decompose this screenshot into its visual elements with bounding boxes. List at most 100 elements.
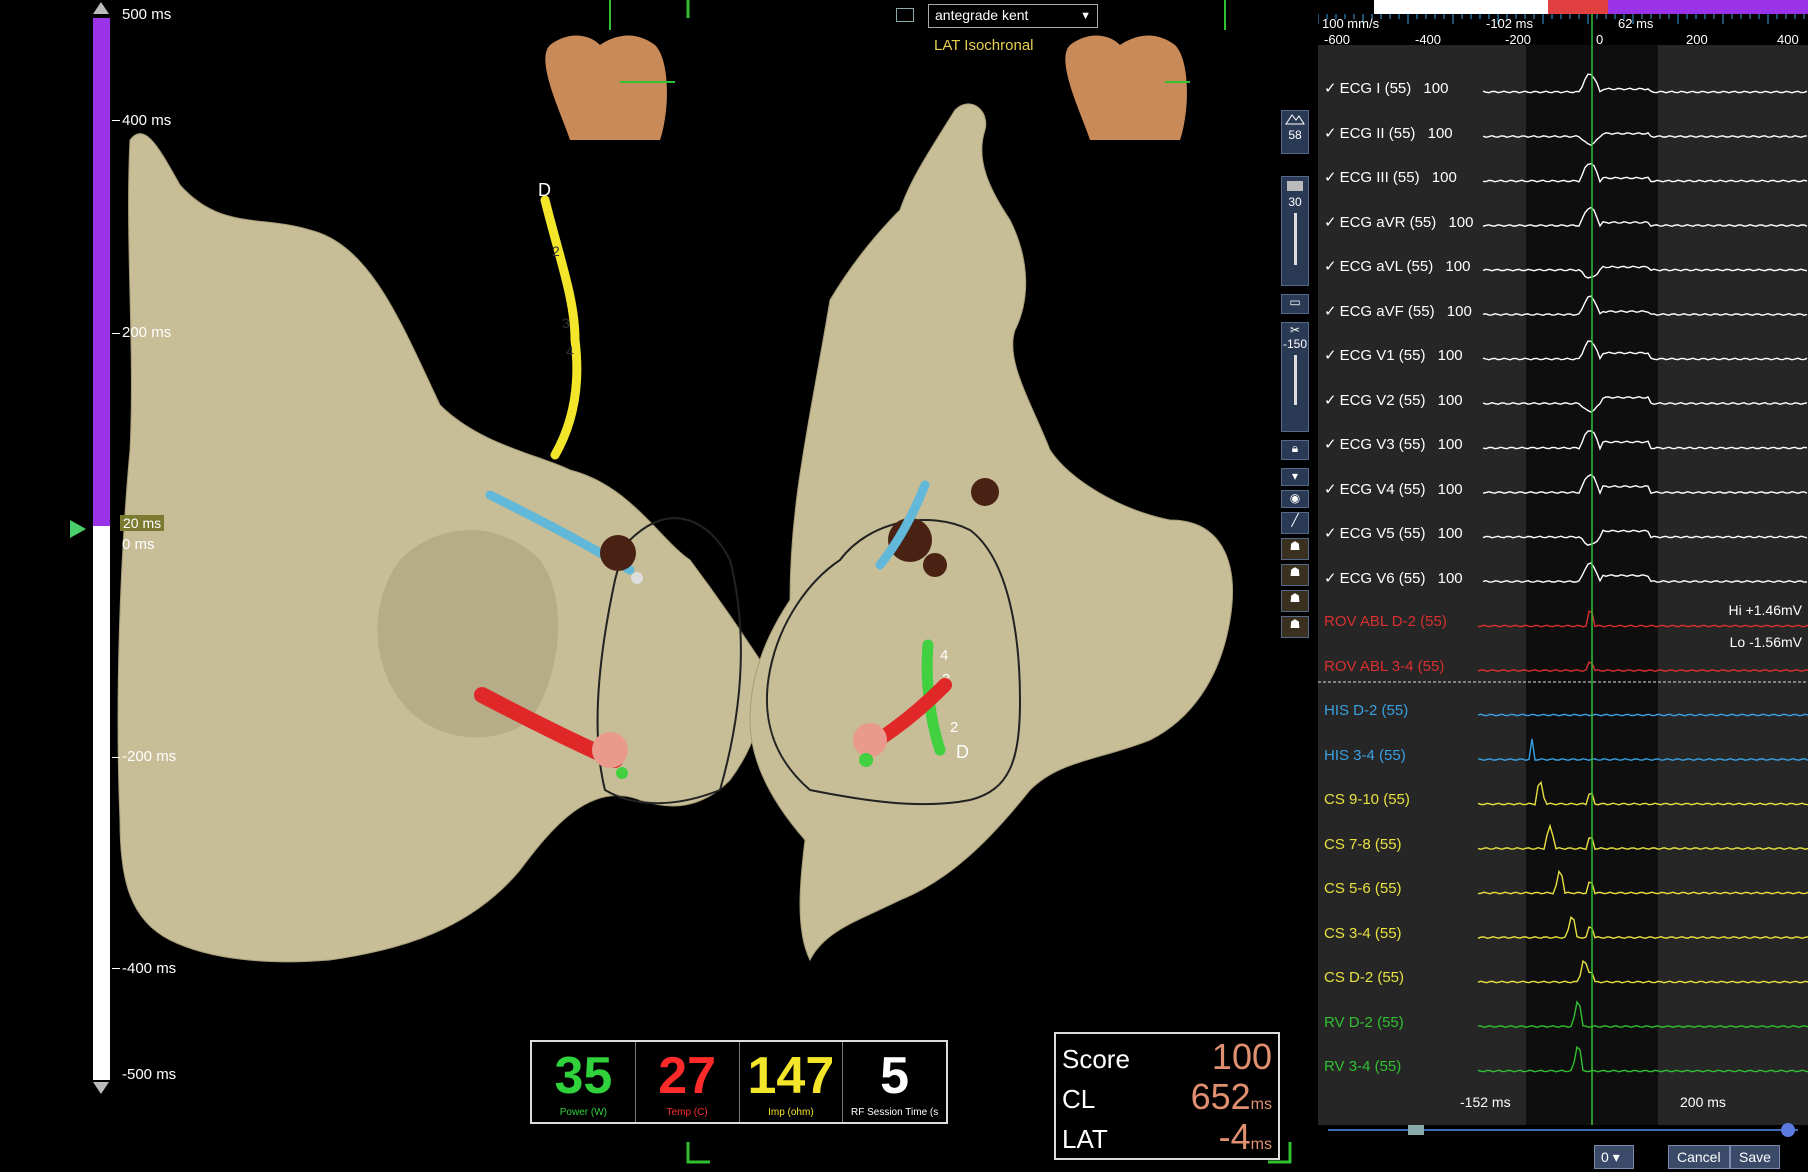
scale-label-min: -500 ms	[122, 1066, 177, 1083]
signal-panel[interactable]: -600 -400 -200 0 200 400 ✓ ECG I (55) 100 ✓ ECG …	[1318, 0, 1808, 1172]
channel-label[interactable]: CS 5-6 (55)	[1324, 880, 1402, 897]
checkmark-icon[interactable]: ✓	[1324, 436, 1337, 453]
channel-label[interactable]: ROV ABL D-2 (55)	[1324, 613, 1447, 630]
channel-name: RV 3-4 (55)	[1324, 1058, 1402, 1075]
channel-label[interactable]: ✓ ECG aVF (55) 100	[1324, 302, 1472, 320]
channel-label[interactable]: ✓ ECG V4 (55) 100	[1324, 480, 1463, 498]
torso-right-icon[interactable]: ☗	[1281, 590, 1309, 612]
checkmark-icon[interactable]: ✓	[1324, 303, 1337, 320]
slider-track[interactable]	[1293, 213, 1297, 265]
scale-label-400: 400 ms	[122, 112, 172, 129]
channel-label[interactable]: ✓ ECG I (55) 100	[1324, 79, 1448, 97]
lesion-tag-left	[600, 535, 636, 571]
channel-name: ECG aVR (55)	[1339, 213, 1437, 231]
channel-gain: 100	[1444, 213, 1474, 231]
orientation-torso-left-icon[interactable]	[545, 0, 675, 140]
slider-track[interactable]	[1293, 355, 1297, 405]
channel-label[interactable]: HIS D-2 (55)	[1324, 702, 1408, 719]
opacity-slider[interactable]: 30	[1281, 176, 1309, 286]
save-button[interactable]: Save	[1730, 1145, 1780, 1169]
top-range-window	[1548, 0, 1608, 14]
checkmark-icon[interactable]: ✓	[1324, 570, 1337, 587]
map-list-icon[interactable]	[896, 8, 914, 22]
channel-label[interactable]: CS 9-10 (55)	[1324, 791, 1410, 808]
checkmark-icon[interactable]: ✓	[1324, 525, 1337, 542]
ruler-tick-label: -200	[1505, 32, 1531, 47]
yellow-catheter-tip-label: D	[538, 180, 551, 200]
channel-label[interactable]: RV D-2 (55)	[1324, 1014, 1404, 1031]
channel-name: ECG V1 (55)	[1339, 347, 1426, 364]
cl-unit: ms	[1250, 1096, 1272, 1113]
eye-icon[interactable]: ◉	[1281, 490, 1309, 508]
lat-color-scale[interactable]	[93, 18, 110, 1080]
channel-label[interactable]: ✓ ECG II (55) 100	[1324, 124, 1453, 142]
channel-name: CS 7-8 (55)	[1324, 835, 1402, 853]
channel-name: CS 9-10 (55)	[1324, 791, 1410, 808]
channel-name: CS 3-4 (55)	[1324, 924, 1402, 942]
checkmark-icon[interactable]: ✓	[1324, 258, 1337, 275]
scale-top-handle-icon[interactable]	[93, 2, 109, 14]
channel-label[interactable]: ✓ ECG V2 (55) 100	[1324, 391, 1463, 409]
bottom-scroll-end-icon[interactable]	[1781, 1123, 1795, 1137]
channel-label[interactable]: ✓ ECG V3 (55) 100	[1324, 435, 1463, 453]
checkmark-icon[interactable]: ✓	[1324, 80, 1337, 97]
scale-label-200: 200 ms	[122, 324, 172, 341]
catheter-icon[interactable]: ╱	[1281, 512, 1309, 534]
offset-dropdown[interactable]: 0 ▾	[1594, 1145, 1634, 1169]
channel-label[interactable]: CS 7-8 (55)	[1324, 836, 1402, 853]
scale-purple-segment	[93, 18, 110, 526]
scale-bottom-handle-icon[interactable]	[93, 1082, 109, 1094]
scale-tick	[112, 120, 120, 121]
channel-label[interactable]: HIS 3-4 (55)	[1324, 747, 1406, 764]
display-icon[interactable]: ▭	[1281, 294, 1309, 314]
clip-slider[interactable]: ✂ -150	[1281, 322, 1309, 432]
channel-gain: 100	[1433, 391, 1463, 409]
right-anatomy-shell[interactable]	[749, 103, 1233, 962]
torso-back-icon[interactable]: ☗	[1281, 616, 1309, 638]
map-viewport[interactable]: D 2 3 4 4 3 2 D	[70, 0, 1315, 1172]
bottom-right-time-label: 200 ms	[1680, 1094, 1726, 1110]
checkmark-icon[interactable]: ✓	[1324, 169, 1337, 186]
channel-label[interactable]: ✓ ECG aVL (55) 100	[1324, 257, 1470, 275]
scale-tick	[112, 333, 120, 334]
channel-gain: 100	[1423, 124, 1453, 142]
channel-label[interactable]: ✓ ECG aVR (55) 100	[1324, 213, 1473, 231]
checkmark-icon[interactable]: ✓	[1324, 214, 1337, 231]
ablation-tip-right	[853, 723, 887, 757]
channel-name: CS 5-6 (55)	[1324, 880, 1402, 897]
channel-label[interactable]: ROV ABL 3-4 (55)	[1324, 658, 1444, 675]
ablation-tip-contact-right	[859, 753, 873, 767]
green-catheter-label-4: 4	[940, 647, 948, 664]
rf-imp-unit: Imp (ohm)	[768, 1107, 814, 1118]
bottom-scroll-thumb[interactable]	[1408, 1125, 1424, 1135]
channel-name: ROV ABL 3-4 (55)	[1324, 657, 1445, 675]
checkmark-icon[interactable]: ✓	[1324, 347, 1337, 364]
torso-front-icon[interactable]: ☗	[1281, 538, 1309, 560]
map-canvas[interactable]: D 2 3 4 4 3 2 D	[70, 0, 1315, 1172]
chevron-down-icon[interactable]: ▾	[1281, 468, 1309, 486]
lat-unit: ms	[1250, 1136, 1272, 1153]
checkmark-icon[interactable]: ✓	[1324, 392, 1337, 409]
channel-label[interactable]: ✓ ECG III (55) 100	[1324, 168, 1457, 186]
channel-label[interactable]: ✓ ECG V5 (55) 100	[1324, 524, 1463, 542]
lat-label: LAT	[1062, 1124, 1108, 1154]
mountain-icon[interactable]: 58	[1281, 110, 1309, 154]
scale-window-marker[interactable]	[70, 520, 86, 538]
channel-label[interactable]: CS 3-4 (55)	[1324, 925, 1402, 942]
channel-label[interactable]: ✓ ECG V6 (55) 100	[1324, 569, 1463, 587]
map-selector-dropdown[interactable]: antegrade kent ▼	[928, 4, 1098, 28]
checkmark-icon[interactable]: ✓	[1324, 125, 1337, 142]
channel-label[interactable]: ✓ ECG V1 (55) 100	[1324, 346, 1463, 364]
torso-left-icon[interactable]: ☗	[1281, 564, 1309, 586]
lesion-tag-right-3	[971, 478, 999, 506]
channel-label[interactable]: RV 3-4 (55)	[1324, 1058, 1401, 1075]
checkmark-icon[interactable]: ✓	[1324, 481, 1337, 498]
cancel-button[interactable]: Cancel	[1668, 1145, 1730, 1169]
scale-label-neg400: -400 ms	[122, 960, 177, 977]
lesion-tag-right-2	[923, 553, 947, 577]
map-type-label: LAT Isochronal	[934, 37, 1034, 54]
lock-icon[interactable]: 🔒︎	[1281, 440, 1309, 460]
window-left-label: -102 ms	[1486, 16, 1533, 31]
channel-label[interactable]: CS D-2 (55)	[1324, 969, 1404, 986]
yellow-catheter-label-3: 3	[562, 315, 570, 331]
